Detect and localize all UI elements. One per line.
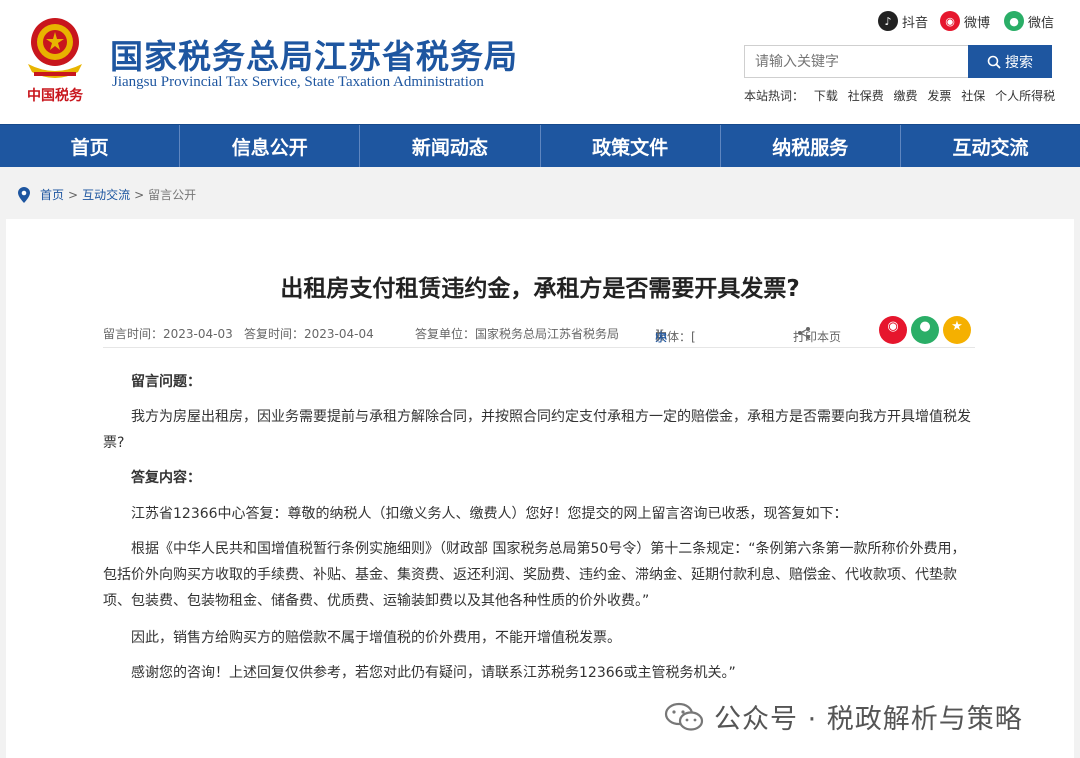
article-panel: 出租房支付租赁违约金，承租方是否需要开具发票? 留言时间：2023-04-03 …: [6, 219, 1074, 758]
main-nav: 首页 信息公开 新闻动态 政策文件 纳税服务 互动交流: [0, 124, 1080, 167]
article-meta: 留言时间：2023-04-03 答复时间：2023-04-04 答复单位：国家税…: [103, 316, 975, 348]
emblem-text: 中国税务: [27, 87, 84, 104]
answer-paragraph: 根据《中华人民共和国增值税暂行条例实施细则》（财政部 国家税务总局第50号令）第…: [103, 541, 966, 609]
nav-item-policy[interactable]: 政策文件: [539, 125, 720, 167]
breadcrumb-current: 留言公开: [148, 188, 197, 202]
answer-paragraph: 因此，销售方给购买方的赔偿款不属于增值税的价外费用，不能开增值税发票。: [131, 630, 621, 646]
answer-heading: 答复内容：: [131, 470, 201, 486]
nav-item-home[interactable]: 首页: [0, 125, 179, 167]
weibo-link[interactable]: ◉ 微博: [940, 11, 990, 31]
watermark-text: 公众号 · 税政解析与策略: [714, 704, 1023, 735]
star-icon: ★: [951, 319, 963, 334]
douyin-link[interactable]: ♪ 抖音: [878, 11, 928, 31]
breadcrumb-separator: >: [134, 187, 145, 202]
breadcrumb-home[interactable]: 首页: [40, 186, 64, 203]
share-weibo-button[interactable]: ◉: [879, 316, 907, 344]
site-subtitle: Jiangsu Provincial Tax Service, State Ta…: [112, 74, 484, 90]
wechat-watermark: 公众号 · 税政解析与策略: [664, 697, 1023, 736]
national-emblem-logo[interactable]: 中国税务: [20, 12, 90, 108]
breadcrumb-separator: >: [68, 187, 79, 202]
nav-item-info-disclosure[interactable]: 信息公开: [179, 125, 359, 167]
wechat-icon: ●: [919, 319, 931, 334]
search-input[interactable]: [744, 45, 969, 78]
reply-unit: 答复单位：国家税务总局江苏省税务局: [415, 327, 620, 341]
nav-item-interaction[interactable]: 互动交流: [899, 125, 1080, 167]
nav-item-tax-service[interactable]: 纳税服务: [719, 125, 900, 167]
site-title[interactable]: 国家税务总局江苏省税务局: [110, 30, 518, 78]
article-title: 出租房支付租赁违约金，承租方是否需要开具发票?: [280, 276, 800, 302]
wechat-link[interactable]: ● 微信: [1004, 11, 1054, 31]
breadcrumb: 首页 > 互动交流 > 留言公开: [18, 186, 196, 203]
hot-keyword[interactable]: 社保: [961, 89, 985, 103]
hot-keywords-label: 本站热词：: [744, 89, 805, 103]
print-button[interactable]: 打印本页: [793, 325, 841, 344]
font-bracket-close: ]: [655, 328, 660, 342]
question-heading: 留言问题：: [131, 374, 201, 390]
favorite-button[interactable]: ★: [943, 316, 971, 344]
hot-keywords: 本站热词： 下载 社保费 缴费 发票 社保 个人所得税: [744, 87, 1061, 104]
post-time: 留言时间：2023-04-03: [103, 327, 233, 341]
wechat-icon: [664, 702, 704, 731]
wechat-label: 微信: [1028, 15, 1055, 31]
hot-keyword[interactable]: 缴费: [894, 89, 918, 103]
print-label: 打印本页: [793, 330, 842, 344]
location-pin-icon: [18, 186, 30, 203]
search-icon: [987, 55, 1001, 69]
weibo-label: 微博: [964, 15, 991, 31]
douyin-label: 抖音: [902, 15, 929, 31]
share-wechat-button[interactable]: ●: [911, 316, 939, 344]
weibo-icon: ◉: [887, 319, 899, 334]
hot-keyword[interactable]: 发票: [927, 89, 951, 103]
answer-paragraph: 江苏省12366中心答复：尊敬的纳税人（扣缴义务人、缴费人）您好！您提交的网上留…: [131, 506, 848, 522]
site-header: 中国税务 国家税务总局江苏省税务局 Jiangsu Provincial Tax…: [0, 0, 1080, 124]
nav-item-news[interactable]: 新闻动态: [359, 125, 539, 167]
breadcrumb-interaction[interactable]: 互动交流: [82, 186, 130, 203]
hot-keyword[interactable]: 社保费: [848, 89, 884, 103]
search-button[interactable]: 搜索: [968, 45, 1052, 78]
search-button-label: 搜索: [1005, 54, 1033, 71]
douyin-icon: ♪: [878, 11, 898, 31]
weibo-icon: ◉: [940, 11, 960, 31]
reply-time: 答复时间：2023-04-04: [244, 327, 374, 341]
hot-keyword[interactable]: 下载: [814, 89, 838, 103]
answer-paragraph: 感谢您的咨询！上述回复仅供参考，若您对此仍有疑问，请联系江苏税务12366或主管…: [131, 665, 736, 681]
wechat-icon: ●: [1004, 11, 1024, 31]
hot-keyword[interactable]: 个人所得税: [995, 89, 1055, 103]
question-text: 我方为房屋出租房，因业务需要提前与承租方解除合同，并按照合同约定支付承租方一定的…: [103, 409, 971, 451]
